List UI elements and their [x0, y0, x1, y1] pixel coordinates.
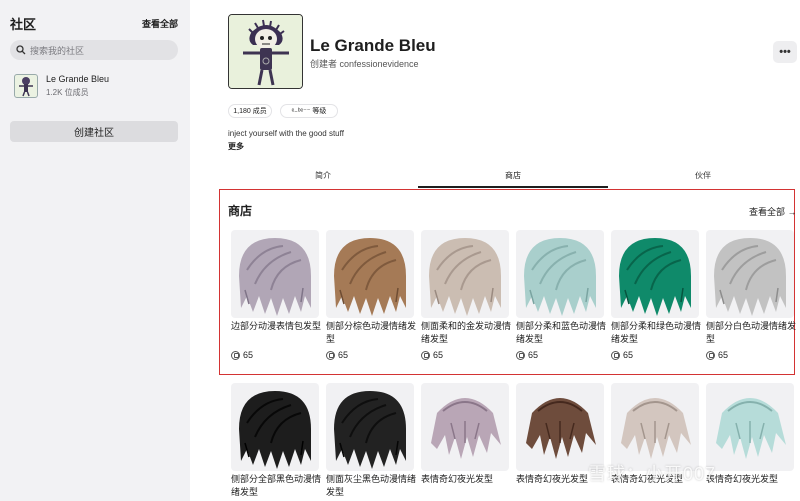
watermark: 雪球：小开007: [588, 464, 717, 484]
hair-item-thumbnail[interactable]: [326, 230, 414, 318]
store-item-name[interactable]: 侧面柔和的金发动漫情绪发型: [421, 320, 515, 346]
community-member-count: 1.2K 位成员: [46, 88, 89, 97]
tab-about[interactable]: 简介: [228, 162, 418, 188]
hair-item-thumbnail[interactable]: [231, 230, 319, 318]
community-avatar: [14, 74, 38, 98]
hair-item-thumbnail[interactable]: [516, 230, 604, 318]
search-icon: [16, 45, 26, 55]
voodoo-doll-image: [229, 15, 302, 88]
group-description: inject yourself with the good stuff: [228, 129, 344, 138]
store-item-name[interactable]: 表情奇幻夜光发型: [706, 473, 800, 486]
rank-badge: ᵉ₋ᵇᵉ⁻⁻ 等级: [280, 104, 338, 118]
store-item-price: 65: [516, 350, 538, 360]
hair-item-thumbnail[interactable]: [326, 383, 414, 471]
store-item-price: 65: [421, 350, 443, 360]
store-item-name[interactable]: 侧部分柔和绿色动漫情绪发型: [611, 320, 705, 346]
price-value: 65: [528, 350, 539, 360]
store-item-name[interactable]: 侧部分柔和蓝色动漫情绪发型: [516, 320, 610, 346]
community-name: Le Grande Bleu: [46, 74, 110, 84]
store-item-name[interactable]: 表情奇幻夜光发型: [421, 473, 515, 486]
active-tab-indicator: [418, 186, 608, 188]
create-community-button[interactable]: 创建社区: [10, 121, 178, 142]
price-value: 65: [623, 350, 634, 360]
hair-item-thumbnail[interactable]: [706, 383, 794, 471]
store-item-name[interactable]: 侧部分棕色动漫情绪发型: [326, 320, 420, 346]
robux-icon: [611, 350, 620, 360]
store-see-all-link[interactable]: 查看全部 →: [749, 205, 797, 218]
hair-item-thumbnail[interactable]: [611, 383, 699, 471]
community-search-input[interactable]: 搜索我的社区: [10, 40, 178, 60]
hair-item-thumbnail[interactable]: [231, 383, 319, 471]
tab-affiliates[interactable]: 伙伴: [608, 162, 798, 188]
price-value: 65: [718, 350, 729, 360]
store-item-price: 65: [706, 350, 728, 360]
hair-item-thumbnail[interactable]: [611, 230, 699, 318]
sidebar-item-community[interactable]: Le Grande Bleu 1.2K 位成员: [14, 72, 182, 100]
store-item-price: 65: [326, 350, 348, 360]
store-item-name[interactable]: 侧部分白色动漫情绪发型: [706, 320, 800, 346]
hair-item-thumbnail[interactable]: [706, 230, 794, 318]
robux-icon: [421, 350, 430, 360]
robux-icon: [231, 350, 240, 360]
see-all-communities-link[interactable]: 查看全部: [142, 17, 178, 30]
tab-bar: 简介 商店 伙伴: [228, 162, 798, 188]
group-image: [228, 14, 303, 89]
member-count-badge: 1,180 成员: [228, 104, 272, 118]
hair-item-thumbnail[interactable]: [516, 383, 604, 471]
robux-icon: [326, 350, 335, 360]
hair-item-thumbnail[interactable]: [421, 230, 509, 318]
voodoo-doll-icon: [19, 77, 33, 97]
store-item-name[interactable]: 侧部分全部黑色动漫情绪发型: [231, 473, 325, 499]
store-title: 商店: [228, 204, 253, 218]
store-item-name[interactable]: 侧面灰尘黑色动漫情绪发型: [326, 473, 420, 499]
price-value: 65: [243, 350, 254, 360]
more-options-button[interactable]: •••: [773, 41, 797, 63]
hair-item-thumbnail[interactable]: [421, 383, 509, 471]
group-name: Le Grande Bleu: [310, 36, 436, 55]
sidebar-title: 社区: [10, 17, 37, 32]
tab-store[interactable]: 商店: [418, 162, 608, 188]
group-creator[interactable]: 创建者 confessionevidence: [310, 57, 419, 70]
description-more-link[interactable]: 更多: [228, 141, 244, 152]
robux-icon: [516, 350, 525, 360]
store-item-price: 65: [231, 350, 253, 360]
price-value: 65: [433, 350, 444, 360]
store-item-name[interactable]: 边部分动漫表情包发型: [231, 320, 325, 333]
sidebar-header: 社区 查看全部: [10, 14, 178, 33]
robux-icon: [706, 350, 715, 360]
price-value: 65: [338, 350, 349, 360]
search-placeholder: 搜索我的社区: [30, 45, 85, 56]
sidebar: 社区 查看全部 搜索我的社区 Le Grande Bleu 1.2K 位成员 创…: [0, 0, 190, 501]
store-item-price: 65: [611, 350, 633, 360]
